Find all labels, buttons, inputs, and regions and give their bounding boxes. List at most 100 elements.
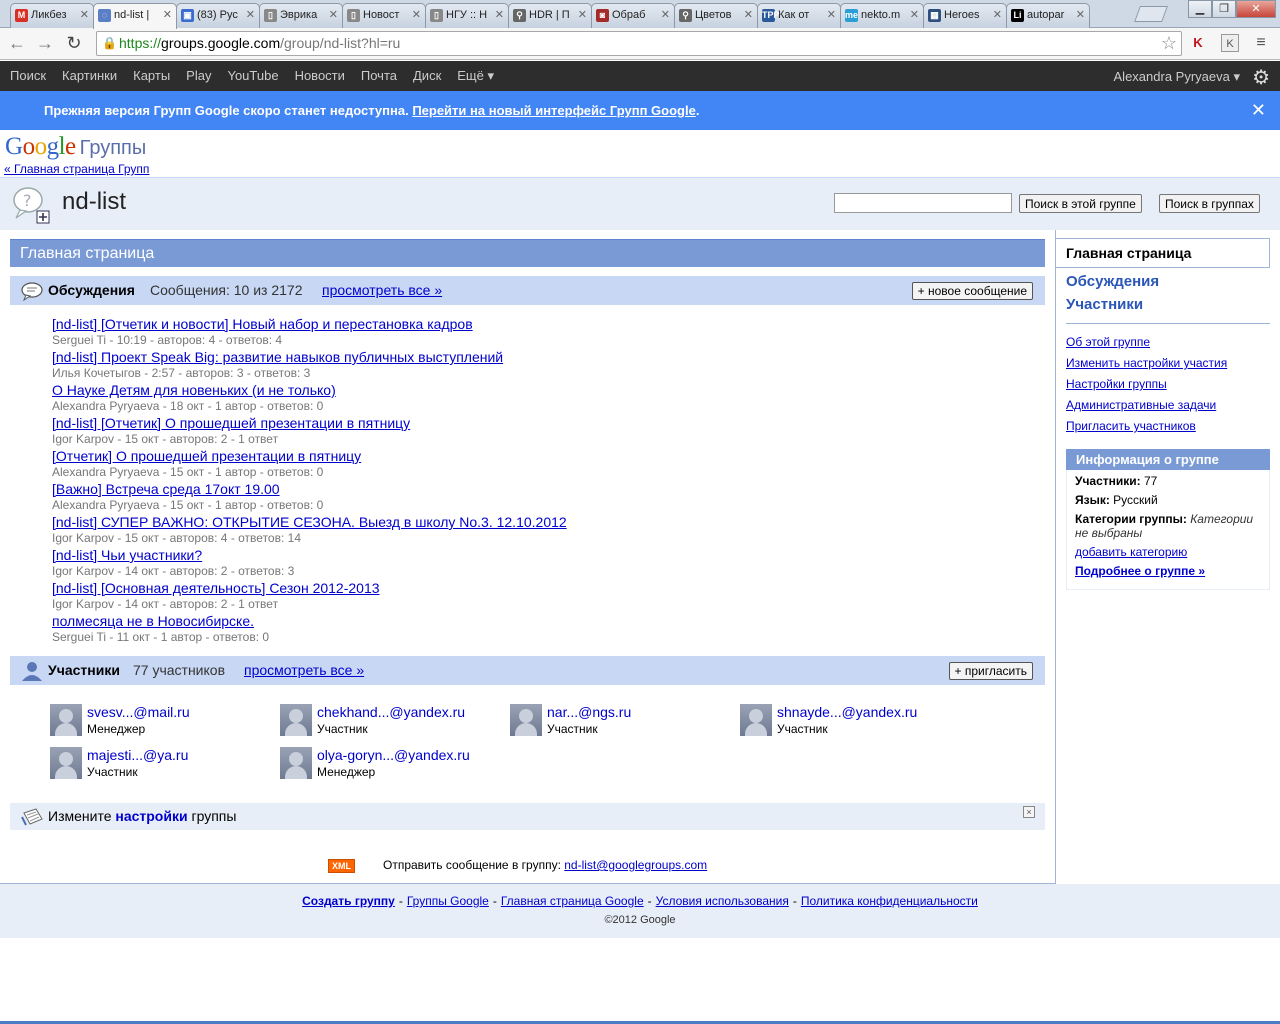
thread-title-link[interactable]: О Науке Детям для новеньких (и не только…	[52, 382, 336, 398]
search-all-groups-button[interactable]: Поиск в группах	[1159, 194, 1260, 213]
browser-tab[interactable]: ◙ Обраб ✕	[591, 3, 675, 28]
member-email-link[interactable]: svesv...@mail.ru	[87, 704, 190, 720]
member-email-link[interactable]: majesti...@ya.ru	[87, 747, 188, 763]
group-email-link[interactable]: nd-list@googlegroups.com	[564, 858, 707, 872]
gbar-item[interactable]: Play	[176, 61, 217, 91]
browser-tab[interactable]: ⚲ Цветов ✕	[674, 3, 758, 28]
browser-tab[interactable]: ▯ НГУ :: Н ✕	[425, 3, 509, 28]
thread-title-link[interactable]: [nd-list] [Отчетик] О прошедшей презента…	[52, 415, 410, 431]
gear-icon[interactable]: ⚙	[1252, 65, 1270, 90]
group-settings-link[interactable]: Настройки группы	[1066, 377, 1167, 391]
browser-tab[interactable]: me nekto.m ✕	[840, 3, 924, 28]
gbar-item[interactable]: Ещё ▾	[447, 61, 500, 91]
groups-home-link[interactable]: « Главная страница Групп	[4, 162, 149, 176]
bookmark-star-icon[interactable]: ☆	[1161, 33, 1177, 54]
new-message-button[interactable]: + новое сообщение	[911, 282, 1033, 300]
browser-tab[interactable]: M Ликбез ✕	[10, 3, 94, 28]
admin-tasks-link[interactable]: Административные задачи	[1066, 398, 1216, 412]
gbar-item[interactable]: Новости	[285, 61, 351, 91]
tab-close-icon[interactable]: ✕	[80, 8, 89, 21]
kaspersky-icon[interactable]: K	[1189, 34, 1207, 52]
add-category-link[interactable]: добавить категорию	[1075, 545, 1187, 559]
close-icon[interactable]: ✕	[1251, 100, 1266, 121]
tab-close-icon[interactable]: ✕	[578, 8, 587, 21]
tab-close-icon[interactable]: ✕	[910, 8, 919, 21]
avatar[interactable]	[510, 704, 542, 736]
tab-close-icon[interactable]: ✕	[1076, 8, 1085, 21]
new-interface-link[interactable]: Перейти на новый интерфейс Групп Google	[412, 103, 696, 118]
thread-title-link[interactable]: полмесяца не в Новосибирске.	[52, 613, 269, 629]
thread-title-link[interactable]: [nd-list] СУПЕР ВАЖНО: ОТКРЫТИЕ СЕЗОНА. …	[52, 514, 567, 530]
thread-title-link[interactable]: [nd-list] Проект Speak Big: развитие нав…	[52, 349, 503, 365]
back-arrow-icon[interactable]: ←	[6, 32, 28, 54]
browser-tab[interactable]: Li autopar ✕	[1006, 3, 1090, 28]
tab-close-icon[interactable]: ✕	[993, 8, 1002, 21]
browser-tab[interactable]: ▯ Эврика ✕	[259, 3, 343, 28]
gbar-item[interactable]: Поиск	[0, 61, 52, 91]
forward-arrow-icon[interactable]: →	[34, 32, 56, 54]
close-window-icon[interactable]: ✕	[1236, 0, 1276, 18]
footer-link[interactable]: Условия использования	[656, 894, 789, 908]
wrench-menu-icon[interactable]: ≡	[1252, 34, 1270, 52]
settings-link[interactable]: настройки	[115, 808, 187, 824]
tab-close-icon[interactable]: ✕	[827, 8, 836, 21]
member-email-link[interactable]: shnayde...@yandex.ru	[777, 704, 917, 720]
tab-close-icon[interactable]: ✕	[661, 8, 670, 21]
avatar[interactable]	[280, 704, 312, 736]
thread-title-link[interactable]: [nd-list] Чьи участники?	[52, 547, 294, 563]
sidebar-item-members[interactable]: Участники	[1066, 296, 1143, 313]
avatar[interactable]	[280, 747, 312, 779]
tab-home[interactable]: Главная страница	[1056, 238, 1270, 268]
group-search-input[interactable]	[834, 193, 1012, 213]
browser-tab[interactable]: ▦ Heroes ✕	[923, 3, 1007, 28]
member-email-link[interactable]: nar...@ngs.ru	[547, 704, 631, 720]
close-icon[interactable]: ×	[1023, 806, 1035, 818]
google-groups-logo[interactable]: Google Группы	[5, 133, 146, 161]
gbar-item[interactable]: Карты	[123, 61, 176, 91]
invite-members-link[interactable]: Пригласить участников	[1066, 419, 1196, 433]
account-menu[interactable]: Alexandra Pyryaeva ▾	[1114, 69, 1240, 85]
thread-title-link[interactable]: [Важно] Встреча среда 17окт 19.00	[52, 481, 323, 497]
xml-feed-icon[interactable]: XML	[328, 858, 355, 873]
avatar[interactable]	[740, 704, 772, 736]
gbar-item[interactable]: Картинки	[52, 61, 123, 91]
view-all-discussions-link[interactable]: просмотреть все »	[322, 282, 442, 298]
footer-link[interactable]: Создать группу	[302, 894, 395, 908]
avatar[interactable]	[50, 704, 82, 736]
footer-link[interactable]: Группы Google	[407, 894, 489, 908]
footer-link[interactable]: Политика конфиденциальности	[801, 894, 978, 908]
tab-close-icon[interactable]: ✕	[163, 8, 172, 21]
footer-link[interactable]: Главная страница Google	[501, 894, 644, 908]
restore-icon[interactable]: ❐	[1212, 0, 1236, 18]
tab-close-icon[interactable]: ✕	[495, 8, 504, 21]
gbar-item[interactable]: YouTube	[217, 61, 284, 91]
thread-title-link[interactable]: [nd-list] [Отчетик и новости] Новый набо…	[52, 316, 473, 332]
more-about-group-link[interactable]: Подробнее о группе »	[1075, 564, 1205, 578]
gbar-item[interactable]: Почта	[351, 61, 403, 91]
tab-close-icon[interactable]: ✕	[329, 8, 338, 21]
tab-close-icon[interactable]: ✕	[412, 8, 421, 21]
member-email-link[interactable]: chekhand...@yandex.ru	[317, 704, 465, 720]
about-group-link[interactable]: Об этой группе	[1066, 335, 1150, 349]
new-tab-button[interactable]	[1134, 6, 1168, 22]
view-all-members-link[interactable]: просмотреть все »	[244, 662, 364, 678]
search-this-group-button[interactable]: Поиск в этой группе	[1019, 194, 1142, 213]
tab-close-icon[interactable]: ✕	[246, 8, 255, 21]
membership-settings-link[interactable]: Изменить настройки участия	[1066, 356, 1227, 370]
reload-icon[interactable]: ↻	[63, 32, 85, 54]
minimize-icon[interactable]: ▁	[1188, 0, 1212, 18]
thread-title-link[interactable]: [nd-list] [Основная деятельность] Сезон …	[52, 580, 380, 596]
sidebar-item-discussions[interactable]: Обсуждения	[1066, 273, 1159, 290]
browser-tab[interactable]: ▯ Новост ✕	[342, 3, 426, 28]
gbar-item[interactable]: Диск	[403, 61, 447, 91]
browser-tab[interactable]: ▣ (83) Рус ✕	[176, 3, 260, 28]
extension-icon[interactable]: K	[1221, 34, 1239, 52]
browser-tab[interactable]: ◌ nd-list | ✕	[93, 3, 177, 29]
invite-button[interactable]: + пригласить	[948, 662, 1033, 680]
thread-title-link[interactable]: [Отчетик] О прошедшей презентации в пятн…	[52, 448, 361, 464]
browser-tab[interactable]: TPP Как от ✕	[757, 3, 841, 28]
member-email-link[interactable]: olya-goryn...@yandex.ru	[317, 747, 470, 763]
avatar[interactable]	[50, 747, 82, 779]
url-input[interactable]: 🔒 https://groups.google.com/group/nd-lis…	[96, 31, 1182, 56]
tab-close-icon[interactable]: ✕	[744, 8, 753, 21]
